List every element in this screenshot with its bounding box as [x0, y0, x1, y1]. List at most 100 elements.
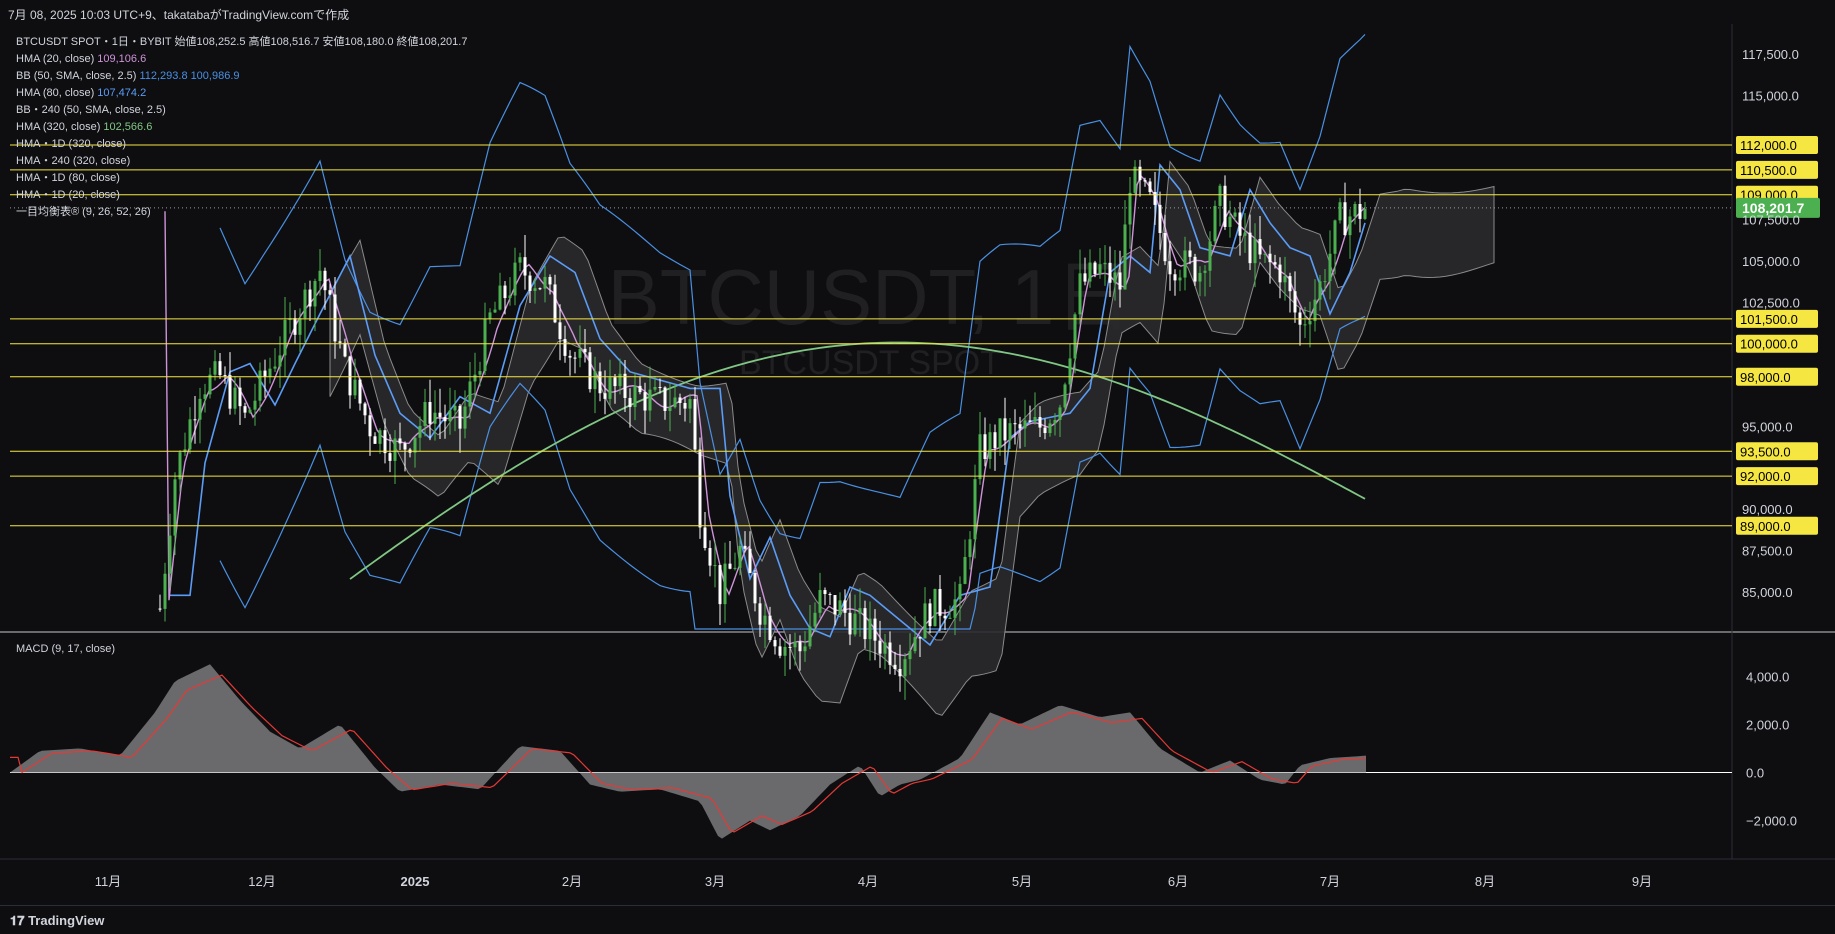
- price-tick: 87,500.0: [1742, 544, 1793, 559]
- candle-body: [1008, 423, 1012, 441]
- candle-body: [1353, 204, 1357, 217]
- time-tick: 9月: [1632, 874, 1652, 889]
- candle-body: [328, 290, 332, 295]
- candle-body: [383, 430, 387, 454]
- candle-body: [968, 539, 972, 557]
- price-tick: 90,000.0: [1742, 502, 1793, 517]
- candle-body: [1063, 384, 1067, 408]
- candle-body: [843, 600, 847, 613]
- candle-body: [673, 397, 677, 408]
- legend-label: HMA・240 (320, close): [16, 155, 131, 167]
- legend-item[interactable]: HMA・1D (80, close): [16, 170, 467, 187]
- candle-body: [588, 352, 592, 390]
- candle-body: [1303, 324, 1307, 326]
- candle-body: [888, 642, 892, 665]
- candle-body: [1148, 181, 1152, 193]
- candle-body: [373, 436, 377, 444]
- time-tick: 2月: [562, 874, 582, 889]
- legend-item[interactable]: HMA・1D (320, close): [16, 136, 467, 153]
- candle-body: [793, 641, 797, 648]
- candle-body: [163, 573, 167, 609]
- legend-item[interactable]: HMA・1D (20, close): [16, 187, 467, 204]
- candle-body: [863, 608, 867, 640]
- candle-body: [483, 318, 487, 372]
- candle-body: [598, 371, 602, 394]
- candle-body: [713, 565, 717, 567]
- candle-body: [238, 387, 242, 407]
- candle-body: [363, 403, 367, 416]
- legend-item[interactable]: HMA (80, close) 107,474.2: [16, 85, 467, 102]
- candle-body: [458, 405, 462, 429]
- candle-body: [948, 617, 952, 619]
- candle-body: [993, 432, 997, 448]
- symbol-title: BTCUSDT SPOT・1日・BYBIT: [16, 36, 172, 48]
- candle-body: [1068, 358, 1072, 385]
- candle-body: [1343, 202, 1347, 236]
- candle-body: [188, 419, 192, 450]
- legend-item[interactable]: HMA (320, close) 102,566.6: [16, 119, 467, 136]
- candle-body: [1333, 220, 1337, 254]
- candle-body: [848, 612, 852, 635]
- candle-body: [178, 452, 182, 480]
- candle-body: [963, 556, 967, 584]
- candle-body: [518, 257, 522, 263]
- candle-body: [753, 572, 757, 604]
- candle-body: [743, 545, 747, 549]
- level-label: 98,000.0: [1740, 370, 1791, 385]
- candle-body: [1078, 273, 1082, 315]
- candle-body: [513, 262, 517, 296]
- candle-body: [1108, 262, 1112, 283]
- time-tick: 4月: [858, 874, 878, 889]
- candle-body: [603, 393, 607, 399]
- candle-body: [398, 438, 402, 444]
- candle-body: [378, 430, 382, 444]
- candle-body: [563, 339, 567, 356]
- candle-body: [323, 270, 327, 291]
- candle-body: [1283, 276, 1287, 283]
- candle-body: [593, 371, 597, 390]
- macd-tick: 4,000.0: [1746, 669, 1789, 684]
- legend-item[interactable]: BB (50, SMA, close, 2.5) 112,293.8 100,986…: [16, 68, 467, 85]
- level-label: 110,500.0: [1740, 163, 1797, 178]
- candle-body: [1338, 202, 1342, 221]
- candle-body: [508, 295, 512, 299]
- price-tick: 115,000.0: [1742, 88, 1799, 103]
- candle-body: [293, 318, 297, 335]
- candle-body: [223, 375, 227, 377]
- ohlc-values: 始値108,252.5 高値108,516.7 安値108,180.0 終値10…: [175, 36, 468, 48]
- candle-body: [473, 374, 477, 382]
- candle-body: [623, 373, 627, 398]
- legend-item[interactable]: HMA (20, close) 109,106.6: [16, 51, 467, 68]
- candle-body: [788, 646, 792, 648]
- level-label: 92,000.0: [1740, 469, 1791, 484]
- candle-body: [203, 394, 207, 399]
- candle-body: [708, 547, 712, 566]
- candle-body: [1163, 232, 1167, 262]
- legend-item[interactable]: BB・240 (50, SMA, close, 2.5): [16, 102, 467, 119]
- candle-body: [893, 664, 897, 669]
- candle-body: [418, 425, 422, 438]
- price-tick: 85,000.0: [1742, 585, 1793, 600]
- candle-body: [678, 397, 682, 403]
- candle-body: [943, 615, 947, 619]
- candle-body: [953, 599, 957, 618]
- candle-body: [923, 603, 927, 639]
- candle-body: [1218, 185, 1222, 206]
- candle-body: [898, 668, 902, 677]
- ohlc-key: 安値: [319, 36, 345, 48]
- candle-body: [1058, 407, 1062, 420]
- candle-body: [1103, 262, 1107, 265]
- legend-item[interactable]: HMA・240 (320, close): [16, 153, 467, 170]
- candle-body: [908, 651, 912, 660]
- candle-body: [693, 399, 697, 450]
- legend-item[interactable]: 一目均衡表® (9, 26, 52, 26): [16, 204, 467, 221]
- chart-info-text: 7月 08, 2025 10:03 UTC+9、takatabaがTrading…: [8, 8, 350, 22]
- ohlc-value: 108,516.7: [270, 36, 320, 48]
- candle-body: [503, 285, 507, 299]
- candle-body: [1203, 270, 1207, 273]
- candle-body: [938, 589, 942, 616]
- candle-body: [1123, 224, 1127, 290]
- candle-body: [1128, 192, 1132, 225]
- candle-body: [763, 615, 767, 625]
- candle-body: [1013, 423, 1017, 425]
